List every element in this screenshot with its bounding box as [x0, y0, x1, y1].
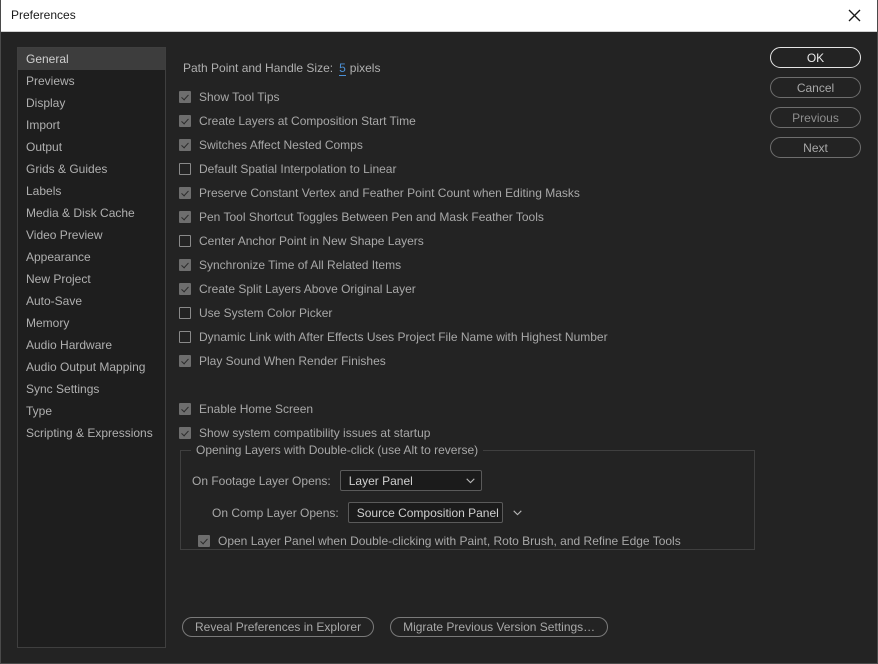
reveal-preferences-in-explorer-button[interactable]: Reveal Preferences in Explorer	[182, 617, 374, 637]
close-icon[interactable]	[831, 0, 877, 31]
checkbox-row[interactable]: Create Layers at Composition Start Time	[179, 111, 416, 131]
sidebar-item-audio-hardware[interactable]: Audio Hardware	[18, 334, 165, 356]
chevron-down-icon	[513, 510, 522, 516]
on-comp-layer-opens-row: On Comp Layer Opens: Source Composition …	[212, 502, 503, 523]
on-footage-layer-opens-select[interactable]: Layer Panel	[340, 470, 482, 491]
checkbox-label: Default Spatial Interpolation to Linear	[199, 162, 396, 176]
checkbox-indicator[interactable]	[179, 163, 191, 175]
dialog-action-buttons: OK Cancel Previous Next	[770, 47, 861, 167]
checkbox-row[interactable]: Enable Home Screen	[179, 399, 313, 419]
preferences-utility-buttons: Reveal Preferences in Explorer Migrate P…	[182, 617, 608, 637]
sidebar-item-previews[interactable]: Previews	[18, 70, 165, 92]
on-comp-layer-opens-select[interactable]: Source Composition Panel	[348, 502, 503, 523]
open-layer-panel-checkbox-label: Open Layer Panel when Double-clicking wi…	[218, 534, 681, 548]
sidebar-item-type[interactable]: Type	[18, 400, 165, 422]
sidebar-item-labels[interactable]: Labels	[18, 180, 165, 202]
checkbox-indicator[interactable]	[179, 283, 191, 295]
checkbox-indicator[interactable]	[179, 115, 191, 127]
checkbox-row[interactable]: Create Split Layers Above Original Layer	[179, 279, 416, 299]
sidebar-item-display[interactable]: Display	[18, 92, 165, 114]
checkbox-label: Switches Affect Nested Comps	[199, 138, 363, 152]
checkbox-label: Preserve Constant Vertex and Feather Poi…	[199, 186, 580, 200]
checkbox-label: Enable Home Screen	[199, 402, 313, 416]
checkbox-row[interactable]: Show system compatibility issues at star…	[179, 423, 430, 443]
on-comp-layer-opens-value: Source Composition Panel	[357, 506, 499, 520]
on-comp-layer-opens-label: On Comp Layer Opens:	[212, 506, 339, 520]
checkbox-row[interactable]: Pen Tool Shortcut Toggles Between Pen an…	[179, 207, 544, 227]
window-title: Preferences	[11, 8, 76, 22]
migrate-previous-version-settings-button[interactable]: Migrate Previous Version Settings…	[390, 617, 608, 637]
checkbox-indicator[interactable]	[179, 403, 191, 415]
checkbox-indicator[interactable]	[179, 331, 191, 343]
checkbox-row[interactable]: Preserve Constant Vertex and Feather Poi…	[179, 183, 580, 203]
opening-layers-groupbox: Opening Layers with Double-click (use Al…	[180, 450, 755, 550]
cancel-button[interactable]: Cancel	[770, 77, 861, 98]
open-layer-panel-checkbox-row[interactable]: Open Layer Panel when Double-clicking wi…	[198, 531, 681, 551]
title-bar: Preferences	[1, 0, 877, 32]
checkbox-label: Center Anchor Point in New Shape Layers	[199, 234, 424, 248]
sidebar-item-grids-guides[interactable]: Grids & Guides	[18, 158, 165, 180]
sidebar-item-import[interactable]: Import	[18, 114, 165, 136]
checkbox-row[interactable]: Center Anchor Point in New Shape Layers	[179, 231, 424, 251]
on-footage-layer-opens-label: On Footage Layer Opens:	[192, 474, 331, 488]
checkbox-row[interactable]: Switches Affect Nested Comps	[179, 135, 363, 155]
checkbox-indicator[interactable]	[179, 355, 191, 367]
next-button[interactable]: Next	[770, 137, 861, 158]
sidebar-item-new-project[interactable]: New Project	[18, 268, 165, 290]
path-point-handle-size-label: Path Point and Handle Size:	[183, 61, 333, 75]
checkbox-indicator[interactable]	[198, 535, 210, 547]
checkbox-label: Create Layers at Composition Start Time	[199, 114, 416, 128]
sidebar-item-general[interactable]: General	[18, 48, 165, 70]
previous-button[interactable]: Previous	[770, 107, 861, 128]
checkbox-indicator[interactable]	[179, 427, 191, 439]
sidebar-item-media-disk-cache[interactable]: Media & Disk Cache	[18, 202, 165, 224]
sidebar-item-appearance[interactable]: Appearance	[18, 246, 165, 268]
sidebar-item-output[interactable]: Output	[18, 136, 165, 158]
checkbox-row[interactable]: Show Tool Tips	[179, 87, 280, 107]
checkbox-row[interactable]: Use System Color Picker	[179, 303, 332, 323]
on-footage-layer-opens-row: On Footage Layer Opens: Layer Panel	[192, 470, 482, 491]
path-point-handle-size-unit: pixels	[350, 61, 381, 75]
sidebar-item-memory[interactable]: Memory	[18, 312, 165, 334]
checkbox-row[interactable]: Default Spatial Interpolation to Linear	[179, 159, 396, 179]
checkbox-label: Show Tool Tips	[199, 90, 280, 104]
checkbox-row[interactable]: Play Sound When Render Finishes	[179, 351, 386, 371]
checkbox-label: Use System Color Picker	[199, 306, 332, 320]
checkbox-indicator[interactable]	[179, 211, 191, 223]
opening-layers-title: Opening Layers with Double-click (use Al…	[191, 443, 483, 457]
sidebar-item-audio-output-mapping[interactable]: Audio Output Mapping	[18, 356, 165, 378]
category-list[interactable]: GeneralPreviewsDisplayImportOutputGrids …	[17, 47, 166, 648]
path-point-handle-size-row: Path Point and Handle Size: 5 pixels	[183, 61, 380, 75]
ok-button[interactable]: OK	[770, 47, 861, 68]
checkbox-indicator[interactable]	[179, 139, 191, 151]
chevron-down-icon	[466, 478, 475, 484]
sidebar-item-video-preview[interactable]: Video Preview	[18, 224, 165, 246]
sidebar-item-auto-save[interactable]: Auto-Save	[18, 290, 165, 312]
checkbox-label: Synchronize Time of All Related Items	[199, 258, 401, 272]
sidebar-item-sync-settings[interactable]: Sync Settings	[18, 378, 165, 400]
checkbox-label: Dynamic Link with After Effects Uses Pro…	[199, 330, 608, 344]
checkbox-indicator[interactable]	[179, 307, 191, 319]
checkbox-label: Show system compatibility issues at star…	[199, 426, 430, 440]
on-footage-layer-opens-value: Layer Panel	[349, 474, 452, 488]
checkbox-indicator[interactable]	[179, 235, 191, 247]
checkbox-indicator[interactable]	[179, 259, 191, 271]
checkbox-label: Create Split Layers Above Original Layer	[199, 282, 416, 296]
path-point-handle-size-value[interactable]: 5	[339, 61, 346, 76]
checkbox-label: Pen Tool Shortcut Toggles Between Pen an…	[199, 210, 544, 224]
sidebar-item-scripting-expressions[interactable]: Scripting & Expressions	[18, 422, 165, 444]
preferences-dialog: Preferences GeneralPreviewsDisplayImport…	[0, 0, 878, 664]
checkbox-indicator[interactable]	[179, 187, 191, 199]
checkbox-indicator[interactable]	[179, 91, 191, 103]
checkbox-row[interactable]: Synchronize Time of All Related Items	[179, 255, 401, 275]
checkbox-label: Play Sound When Render Finishes	[199, 354, 386, 368]
checkbox-row[interactable]: Dynamic Link with After Effects Uses Pro…	[179, 327, 608, 347]
